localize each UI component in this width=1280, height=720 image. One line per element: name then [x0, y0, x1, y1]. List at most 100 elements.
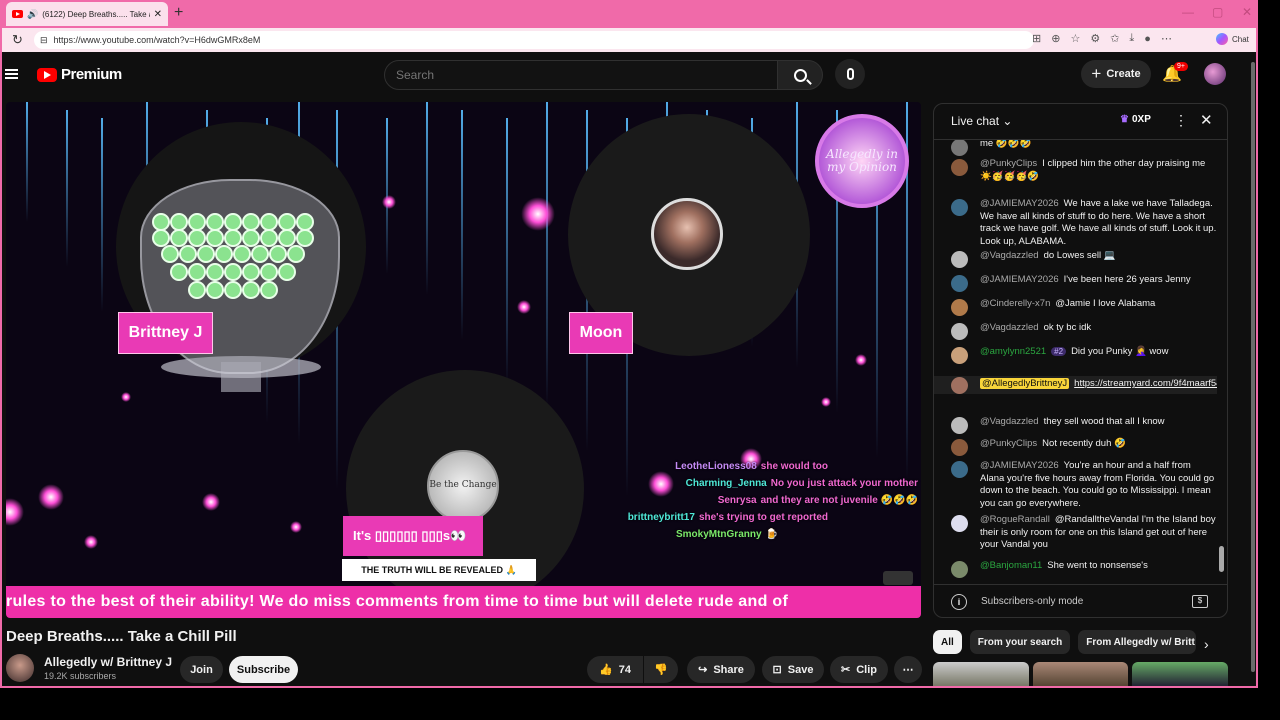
chat-username[interactable]: @amylynn2521 [980, 346, 1046, 357]
related-thumbnails [933, 662, 1229, 686]
related-thumbnail[interactable] [1132, 662, 1229, 686]
account-avatar[interactable] [1204, 63, 1226, 85]
chat-avatar[interactable] [951, 561, 968, 578]
menu-icon[interactable] [5, 69, 18, 79]
minimize-icon[interactable]: — [1182, 5, 1194, 19]
chat-avatar[interactable] [951, 377, 968, 394]
related-thumbnail[interactable] [1032, 662, 1129, 686]
chat-message[interactable]: @amylynn2521 #2 Did you Punky 🤦‍♀️ wow [934, 346, 1217, 364]
chat-username[interactable]: @JAMIEMAY2026 [980, 274, 1059, 285]
chat-avatar[interactable] [951, 439, 968, 456]
voice-search-button[interactable] [835, 59, 865, 89]
chat-message[interactable]: @Banjoman11 She went to nonsense's [934, 560, 1217, 578]
info-icon[interactable]: i [951, 594, 967, 610]
chat-message[interactable]: @PunkyClips Not recently duh 🤣 [934, 438, 1217, 456]
search-input[interactable] [396, 68, 756, 82]
chat-message[interactable]: @Vagdazzled they sell wood that all I kno… [934, 416, 1217, 434]
page-scrollbar-thumb[interactable] [1251, 62, 1255, 672]
extension-icon[interactable]: ⚙ [1090, 32, 1100, 45]
chat-username[interactable]: @Vagdazzled [980, 322, 1039, 333]
filter-chip[interactable]: From Allegedly w/ Britt [1078, 630, 1197, 654]
subscribe-button[interactable]: Subscribe [229, 656, 298, 683]
chat-message[interactable]: @AllegedlyBrittneyJ https://streamyard.co… [934, 376, 1217, 394]
chat-message[interactable]: @JAMIEMAY2026 I've been here 26 years Jen… [934, 274, 1217, 292]
search-button[interactable] [777, 60, 823, 90]
chevron-right-icon[interactable]: › [1204, 636, 1209, 652]
chat-avatar[interactable] [951, 347, 968, 364]
chat-message[interactable]: @PunkyClips I clipped him the other day p… [934, 158, 1217, 183]
chat-message[interactable]: @Vagdazzled ok ty bc idk [934, 322, 1217, 340]
subscribe-label: Subscribe [236, 663, 291, 676]
filter-chip[interactable]: All [933, 630, 962, 654]
chat-avatar[interactable] [951, 199, 968, 216]
page-scrollbar[interactable] [1248, 52, 1256, 686]
browser-tab[interactable]: 🔊 (6122) Deep Breaths..... Take a Chill … [6, 2, 168, 26]
chat-avatar[interactable] [951, 461, 968, 478]
live-chat-dropdown[interactable]: Live chat ⌄ [951, 114, 1012, 128]
chat-username[interactable]: @Cinderelly-x7n [980, 298, 1050, 309]
copilot-chat-button[interactable]: Chat [1216, 33, 1249, 45]
chat-username[interactable]: @AllegedlyBrittneyJ [980, 378, 1070, 389]
site-info-icon[interactable]: ⊟ [40, 35, 48, 46]
chat-avatar[interactable] [951, 323, 968, 340]
reload-icon[interactable]: ↻ [12, 32, 23, 48]
like-button[interactable]: 👍 74 [587, 656, 643, 683]
share-button[interactable]: ↪ Share [687, 656, 755, 683]
apps-icon[interactable]: ⊞ [1032, 32, 1041, 45]
chat-username[interactable]: @PunkyClips [980, 438, 1037, 449]
channel-avatar[interactable] [6, 654, 34, 682]
chat-username[interactable]: @JAMIEMAY2026 [980, 460, 1059, 471]
chat-username[interactable]: @RogueRandall [980, 514, 1050, 525]
more-actions-button[interactable]: ⋯ [894, 656, 922, 683]
create-button[interactable]: + Create [1081, 60, 1151, 88]
crown-icon: ♛ [1120, 114, 1129, 125]
chat-scrollbar-thumb[interactable] [1219, 546, 1224, 572]
chat-menu-icon[interactable]: ⋮ [1174, 112, 1188, 129]
dislike-button[interactable]: 👎 [644, 656, 678, 683]
chat-avatar[interactable] [951, 299, 968, 316]
chat-avatar[interactable] [951, 515, 968, 532]
channel-name[interactable]: Allegedly w/ Brittney J [44, 655, 172, 669]
favorite-star-icon[interactable]: ☆ [1070, 32, 1080, 45]
chat-message[interactable]: @JAMIEMAY2026 You're an hour and a half f… [934, 460, 1217, 510]
chat-message[interactable]: me 🤣🤣🤣 [934, 140, 1217, 156]
close-chat-icon[interactable]: ✕ [1200, 111, 1213, 129]
youtube-logo[interactable]: Premium [37, 66, 122, 83]
more-icon[interactable]: ⋯ [1161, 32, 1172, 45]
chat-username[interactable]: @Vagdazzled [980, 416, 1039, 427]
chat-username[interactable]: @JAMIEMAY2026 [980, 198, 1059, 209]
xp-badge[interactable]: ♛ 0XP [1120, 114, 1151, 125]
chat-avatar[interactable] [951, 417, 968, 434]
close-tab-icon[interactable]: ✕ [154, 9, 162, 20]
chat-avatar[interactable] [951, 275, 968, 292]
chat-username[interactable]: @Banjoman11 [980, 560, 1042, 571]
join-button[interactable]: Join [180, 656, 223, 683]
maximize-icon[interactable]: ▢ [1212, 5, 1223, 19]
chat-avatar[interactable] [951, 159, 968, 176]
filter-chip[interactable]: From your search [969, 630, 1071, 654]
related-thumbnail[interactable] [933, 662, 1029, 686]
chat-username[interactable]: @PunkyClips [980, 158, 1037, 169]
chat-link[interactable]: https://streamyard.com/9f4maarf54 [1074, 378, 1217, 389]
chat-message[interactable]: @RogueRandall @RandalltheVandal I'm the I… [934, 514, 1217, 552]
chat-message[interactable]: @Cinderelly-x7n @Jamie I love Alabama [934, 298, 1217, 316]
chat-avatar[interactable] [951, 140, 968, 156]
zoom-icon[interactable]: ⊕ [1051, 32, 1060, 45]
speaker-icon[interactable]: 🔊 [27, 9, 38, 20]
clip-button[interactable]: ✂ Clip [830, 656, 888, 683]
video-player[interactable]: Brittney J Moon Allegedly in my Opinion … [6, 102, 921, 618]
chat-message[interactable]: @JAMIEMAY2026 We have a lake we have Tall… [934, 198, 1217, 248]
new-tab-icon[interactable]: + [174, 4, 183, 22]
url-field[interactable]: ⊟ https://www.youtube.com/watch?v=H6dwGM… [34, 31, 1034, 49]
window-close-icon[interactable]: ✕ [1242, 5, 1252, 19]
downloads-icon[interactable]: ⤓ [1129, 32, 1134, 45]
currency-icon[interactable]: $ [1192, 595, 1208, 608]
chat-message[interactable]: @Vagdazzled do Lowes sell 💻 [934, 250, 1217, 268]
candy-piece [170, 213, 188, 231]
chat-username[interactable]: @Vagdazzled [980, 250, 1039, 261]
profile-icon[interactable]: ● [1144, 33, 1151, 45]
save-button[interactable]: ⊡ Save [762, 656, 824, 683]
search-box[interactable] [384, 60, 778, 90]
favorites-icon[interactable]: ✩ [1110, 32, 1119, 45]
chat-avatar[interactable] [951, 251, 968, 268]
